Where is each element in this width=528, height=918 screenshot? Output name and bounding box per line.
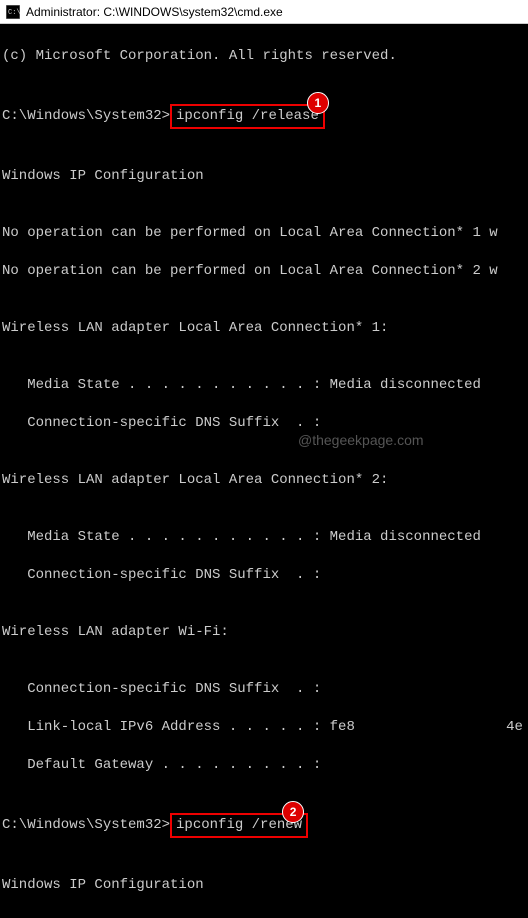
highlight-command-2: ipconfig /renew2: [170, 813, 308, 838]
adapter-title: Wireless LAN adapter Wi-Fi:: [2, 623, 526, 642]
title-bar: C:\ Administrator: C:\WINDOWS\system32\c…: [0, 0, 528, 24]
command-text: ipconfig /release: [176, 108, 319, 124]
terminal-output[interactable]: (c) Microsoft Corporation. All rights re…: [0, 24, 528, 918]
watermark-text: @thegeekpage.com: [298, 432, 424, 448]
window-title: Administrator: C:\WINDOWS\system32\cmd.e…: [26, 5, 283, 19]
media-state-line: Media State . . . . . . . . . . . : Medi…: [2, 376, 526, 395]
dns-suffix-line: Connection-specific DNS Suffix . :: [2, 680, 526, 699]
media-state-line: Media State . . . . . . . . . . . : Medi…: [2, 528, 526, 547]
svg-text:C:\: C:\: [8, 9, 20, 17]
command-line-1: C:\Windows\System32>ipconfig /release1: [2, 104, 526, 129]
gateway-line: Default Gateway . . . . . . . . . :: [2, 756, 526, 775]
noop-line: No operation can be performed on Local A…: [2, 262, 526, 281]
noop-line: No operation can be performed on Local A…: [2, 224, 526, 243]
ip-config-header: Windows IP Configuration: [2, 876, 526, 895]
prompt-path: C:\Windows\System32>: [2, 817, 170, 833]
ipv6-suffix: 4e: [506, 719, 523, 735]
dns-suffix-line: Connection-specific DNS Suffix . :: [2, 414, 526, 433]
ipv6-prefix: Link-local IPv6 Address . . . . . : fe8: [2, 719, 355, 735]
adapter-title: Wireless LAN adapter Local Area Connecti…: [2, 471, 526, 490]
highlight-command-1: ipconfig /release1: [170, 104, 325, 129]
cmd-icon: C:\: [6, 5, 20, 19]
dns-suffix-line: Connection-specific DNS Suffix . :: [2, 566, 526, 585]
prompt-path: C:\Windows\System32>: [2, 108, 170, 124]
command-text: ipconfig /renew: [176, 817, 302, 833]
annotation-badge-2: 2: [282, 801, 304, 823]
ip-config-header: Windows IP Configuration: [2, 167, 526, 186]
annotation-badge-1: 1: [307, 92, 329, 114]
ipv6-line: Link-local IPv6 Address . . . . . : fe8X…: [2, 718, 526, 737]
command-line-2: C:\Windows\System32>ipconfig /renew2: [2, 813, 526, 838]
adapter-title: Wireless LAN adapter Local Area Connecti…: [2, 319, 526, 338]
copyright-line: (c) Microsoft Corporation. All rights re…: [2, 47, 526, 66]
